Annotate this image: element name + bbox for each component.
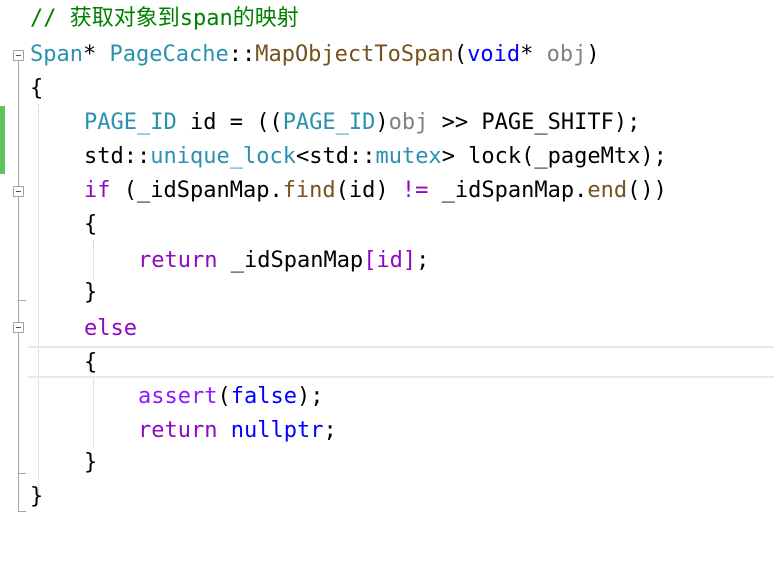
code-editor[interactable]: // 获取对象到span的映射 Span* PageCache::MapObje… [0, 0, 774, 528]
param-name: obj [546, 42, 587, 67]
brace: } [30, 484, 44, 509]
code-line[interactable]: { [0, 346, 774, 380]
code-text: id = (( [176, 110, 283, 135]
keyword-if: if [84, 178, 111, 203]
keyword-false: false [230, 384, 297, 409]
code-line[interactable]: } [0, 276, 774, 310]
code-line[interactable]: // 获取对象到span的映射 [0, 2, 774, 36]
scope-op: :: [348, 144, 376, 169]
code-text: ()) [627, 178, 667, 203]
namespace: std [309, 144, 349, 169]
template-close: > [441, 144, 455, 169]
code-text: (id) [335, 178, 402, 203]
paren-close: ); [296, 384, 324, 409]
code-line[interactable]: if (_idSpanMap.find(id) != _idSpanMap.en… [0, 174, 774, 208]
brace: } [84, 450, 98, 475]
code-line[interactable]: assert(false); [0, 380, 774, 414]
code-text: _idSpanMap. [428, 178, 588, 203]
type-name: unique_lock [150, 144, 296, 169]
code-text: lock(_pageMtx); [454, 144, 667, 169]
code-line[interactable]: Span* PageCache::MapObjectToSpan(void* o… [0, 38, 774, 72]
paren-close: ) [586, 42, 600, 67]
pointer-op: * [82, 42, 97, 67]
return-type: Span [30, 42, 83, 67]
code-line[interactable]: } [0, 480, 774, 514]
type-name: mutex [375, 144, 442, 169]
paren-open: ( [217, 384, 231, 409]
assert-macro: assert [138, 384, 218, 409]
code-line[interactable]: { [0, 72, 774, 106]
scope-op: :: [123, 144, 151, 169]
type-name: PAGE_ID [282, 110, 376, 135]
scope-op: :: [228, 42, 256, 67]
semicolon: ; [323, 418, 337, 443]
brace: } [84, 280, 98, 305]
code-text: (_idSpanMap. [110, 178, 283, 203]
method-name: MapObjectToSpan [255, 42, 454, 67]
code-line[interactable]: { [0, 208, 774, 242]
paren-open: ( [453, 42, 468, 67]
param-ref: obj [388, 110, 429, 135]
keyword-return: return [138, 248, 218, 273]
param-type: void [467, 42, 521, 67]
keyword-else: else [84, 316, 137, 341]
operator: != [401, 178, 429, 203]
code-text: >> PAGE_SHITF); [428, 110, 641, 135]
class-name: PageCache [109, 42, 229, 67]
namespace: std [84, 144, 124, 169]
type-name: PAGE_ID [84, 110, 177, 135]
keyword-return: return [138, 418, 218, 443]
pointer-op: * [520, 42, 534, 67]
code-line[interactable]: std::unique_lock<std::mutex> lock(_pageM… [0, 140, 774, 174]
method-call: end [587, 178, 628, 203]
code-text: _idSpanMap [217, 248, 364, 273]
comment: // 获取对象到span的映射 [30, 6, 299, 31]
code-line[interactable]: PAGE_ID id = ((PAGE_ID)obj >> PAGE_SHITF… [0, 106, 774, 140]
semicolon: ; [416, 248, 430, 273]
keyword-nullptr: nullptr [230, 418, 324, 443]
template-open: < [295, 144, 310, 169]
code-line[interactable]: return nullptr; [0, 414, 774, 448]
method-call: find [282, 178, 336, 203]
brace: { [84, 212, 98, 237]
code-line[interactable]: return _idSpanMap[id]; [0, 244, 774, 278]
brace: { [84, 350, 98, 375]
code-text: ) [375, 110, 389, 135]
code-line[interactable]: else [0, 312, 774, 346]
subscript: [id] [363, 248, 417, 273]
brace: { [30, 76, 44, 101]
code-line[interactable]: } [0, 446, 774, 480]
